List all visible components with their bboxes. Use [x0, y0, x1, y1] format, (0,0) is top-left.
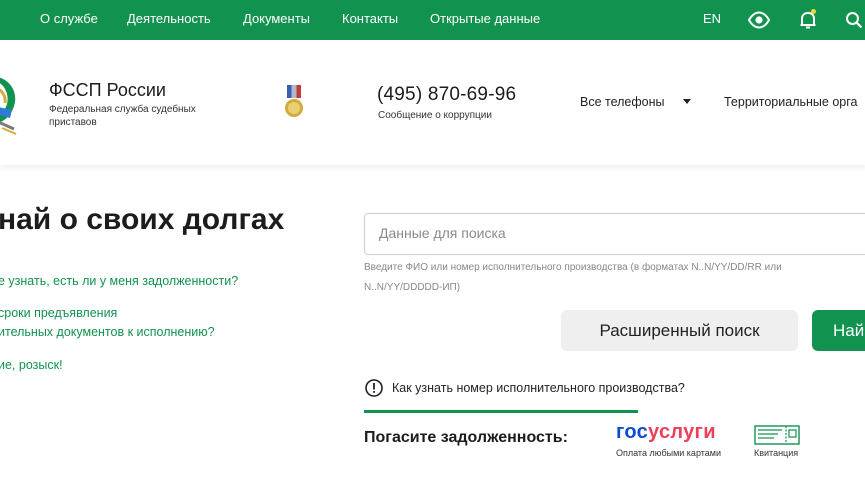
bell-icon[interactable] [796, 8, 820, 32]
divider [364, 410, 638, 413]
notification-dot [811, 9, 816, 14]
search-hint: Введите ФИО или номер исполнительного пр… [364, 262, 782, 293]
exclamation-circle-icon [364, 378, 384, 398]
search-icon[interactable] [842, 8, 865, 32]
chevron-down-icon[interactable] [683, 99, 691, 104]
fssp-emblem-logo[interactable] [0, 72, 26, 145]
faq-link-debts[interactable]: е узнать, есть ли у меня задолженности? [0, 274, 238, 288]
page-title: най о своих долгах [0, 203, 285, 236]
search-input[interactable] [379, 225, 859, 241]
gosuslugi-caption: Оплата любыми картами [616, 448, 721, 458]
advanced-search-button[interactable]: Расширенный поиск [561, 310, 798, 351]
payment-title: Погасите задолженность: [364, 429, 568, 446]
receipt-caption: Квитанция [754, 448, 799, 458]
medal-icon [284, 85, 304, 124]
how-to-find-case-number-link[interactable]: Как узнать номер исполнительного произво… [392, 381, 685, 395]
top-nav-bar: О службе Деятельность Документы Контакты… [0, 0, 865, 40]
all-phones-dropdown[interactable]: Все телефоны [580, 95, 665, 109]
nav-link-about[interactable]: О службе [40, 11, 98, 26]
faq-link-deadlines-line2[interactable]: ительных документов к исполнению? [0, 325, 215, 339]
nav-link-activity[interactable]: Деятельность [127, 11, 211, 26]
find-button[interactable]: Най [812, 310, 865, 351]
gosuslugi-logo-part2: услуги [648, 421, 716, 443]
nav-link-documents[interactable]: Документы [243, 11, 310, 26]
corruption-hotline-phone[interactable]: (495) 870-69-96 [377, 84, 516, 106]
search-box[interactable] [364, 213, 865, 255]
receipt-icon[interactable] [754, 425, 800, 450]
phone-caption: Сообщение о коррупции [378, 110, 492, 121]
nav-link-contacts[interactable]: Контакты [342, 11, 398, 26]
org-full-name: Федеральная служба судебных приставов [49, 104, 196, 128]
gosuslugi-logo[interactable]: госуслуги [616, 421, 716, 444]
language-switch[interactable]: EN [703, 11, 721, 26]
gosuslugi-logo-part1: гос [616, 421, 649, 443]
faq-link-wanted[interactable]: ие, розыск! [0, 358, 63, 372]
eye-icon[interactable] [747, 8, 771, 32]
territorial-bodies-link[interactable]: Территориальные орга [724, 95, 857, 109]
nav-link-open-data[interactable]: Открытые данные [430, 11, 540, 26]
org-name[interactable]: ФССП России [49, 80, 166, 101]
faq-link-deadlines-line1[interactable]: сроки предъявления [0, 306, 117, 320]
